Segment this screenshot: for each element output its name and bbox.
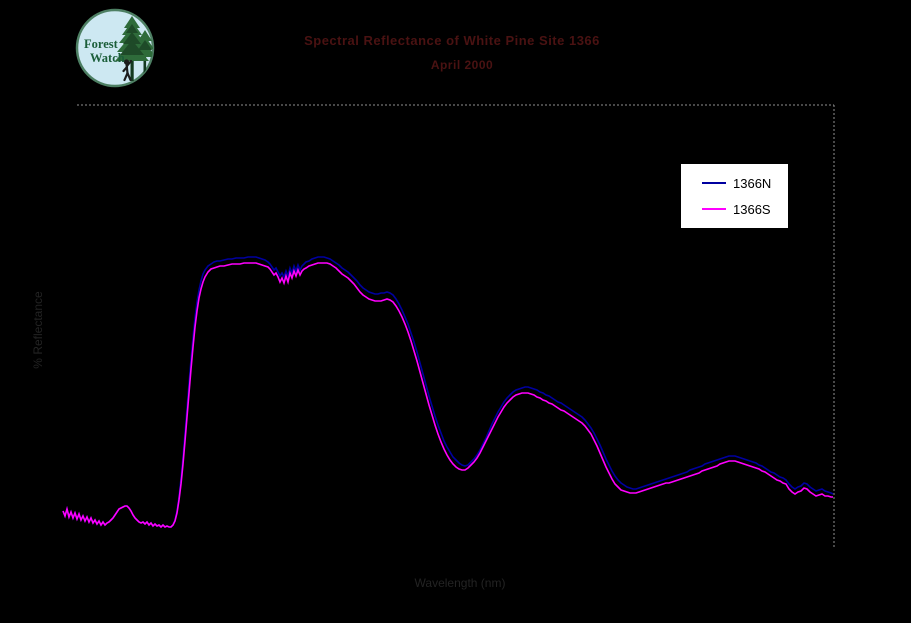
legend-label-1366n: 1366N	[733, 175, 772, 191]
chart-canvas: Forest Watch Spectral Reflectance of Whi…	[0, 0, 911, 623]
legend-label-1366s: 1366S	[733, 201, 771, 217]
y-axis-label: % Reflectance	[31, 291, 45, 369]
legend-box: 1366N 1366S	[680, 163, 789, 229]
plot-area	[62, 104, 835, 547]
legend-entry-1366n: 1366N	[681, 173, 788, 193]
legend-line-sample-1366n	[702, 182, 726, 184]
x-axis-label: Wavelength (nm)	[414, 576, 506, 590]
series-line-1366S	[62, 262, 833, 529]
legend-entry-1366s: 1366S	[681, 199, 788, 219]
series-line-1366N	[62, 256, 834, 529]
legend-line-sample-1366s	[702, 208, 726, 210]
